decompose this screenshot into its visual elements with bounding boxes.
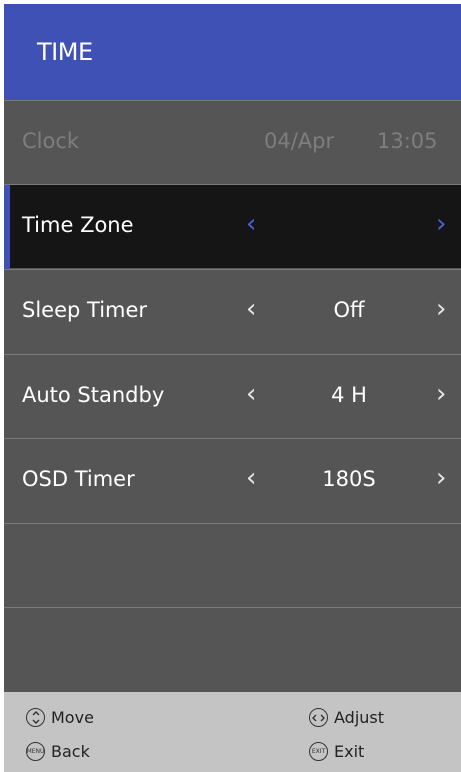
menu-button-icon: MENU xyxy=(26,742,45,761)
page-title: TIME xyxy=(37,38,93,66)
time-zone-label: Time Zone xyxy=(22,213,134,237)
chevron-right-icon[interactable]: › xyxy=(436,209,446,239)
up-down-icon xyxy=(26,708,45,727)
chevron-left-icon[interactable]: ‹ xyxy=(246,463,256,493)
chevron-right-icon[interactable]: › xyxy=(436,294,446,324)
osd-timer-value: 180S xyxy=(322,467,376,491)
menu-header: TIME xyxy=(4,4,461,100)
empty-row xyxy=(4,523,461,607)
time-menu-panel: TIME Clock 04/Apr 13:05 Time Zone ‹ › Sl… xyxy=(4,4,461,772)
selection-indicator xyxy=(4,185,10,269)
chevron-right-icon[interactable]: › xyxy=(436,379,446,409)
left-right-icon xyxy=(309,708,328,727)
auto-standby-row[interactable]: Auto Standby ‹ 4 H › xyxy=(4,354,461,438)
clock-label: Clock xyxy=(22,129,80,153)
time-zone-row[interactable]: Time Zone ‹ › xyxy=(4,184,461,269)
chevron-left-icon[interactable]: ‹ xyxy=(246,379,256,409)
clock-date: 04/Apr xyxy=(264,129,335,153)
auto-standby-value: 4 H xyxy=(331,383,367,407)
clock-time: 13:05 xyxy=(377,129,438,153)
back-hint: MENU Back xyxy=(26,742,90,761)
sleep-timer-value: Off xyxy=(333,298,365,322)
osd-timer-row[interactable]: OSD Timer ‹ 180S › xyxy=(4,438,461,522)
chevron-left-icon[interactable]: ‹ xyxy=(246,209,256,239)
exit-hint: EXIT Exit xyxy=(309,742,364,761)
adjust-hint: Adjust xyxy=(309,708,384,727)
chevron-left-icon[interactable]: ‹ xyxy=(246,294,256,324)
auto-standby-label: Auto Standby xyxy=(22,383,165,407)
sleep-timer-row[interactable]: Sleep Timer ‹ Off › xyxy=(4,269,461,353)
osd-timer-label: OSD Timer xyxy=(22,467,135,491)
clock-row: Clock 04/Apr 13:05 xyxy=(4,100,461,184)
footer-hints: Move Adjust MENU Back EXIT Exit xyxy=(4,692,461,772)
move-label: Move xyxy=(51,708,94,727)
adjust-label: Adjust xyxy=(334,708,385,727)
exit-button-icon: EXIT xyxy=(309,742,328,761)
move-hint: Move xyxy=(26,708,94,727)
exit-label: Exit xyxy=(334,742,365,761)
empty-row xyxy=(4,607,461,691)
back-label: Back xyxy=(51,742,90,761)
sleep-timer-label: Sleep Timer xyxy=(22,298,148,322)
chevron-right-icon[interactable]: › xyxy=(436,463,446,493)
